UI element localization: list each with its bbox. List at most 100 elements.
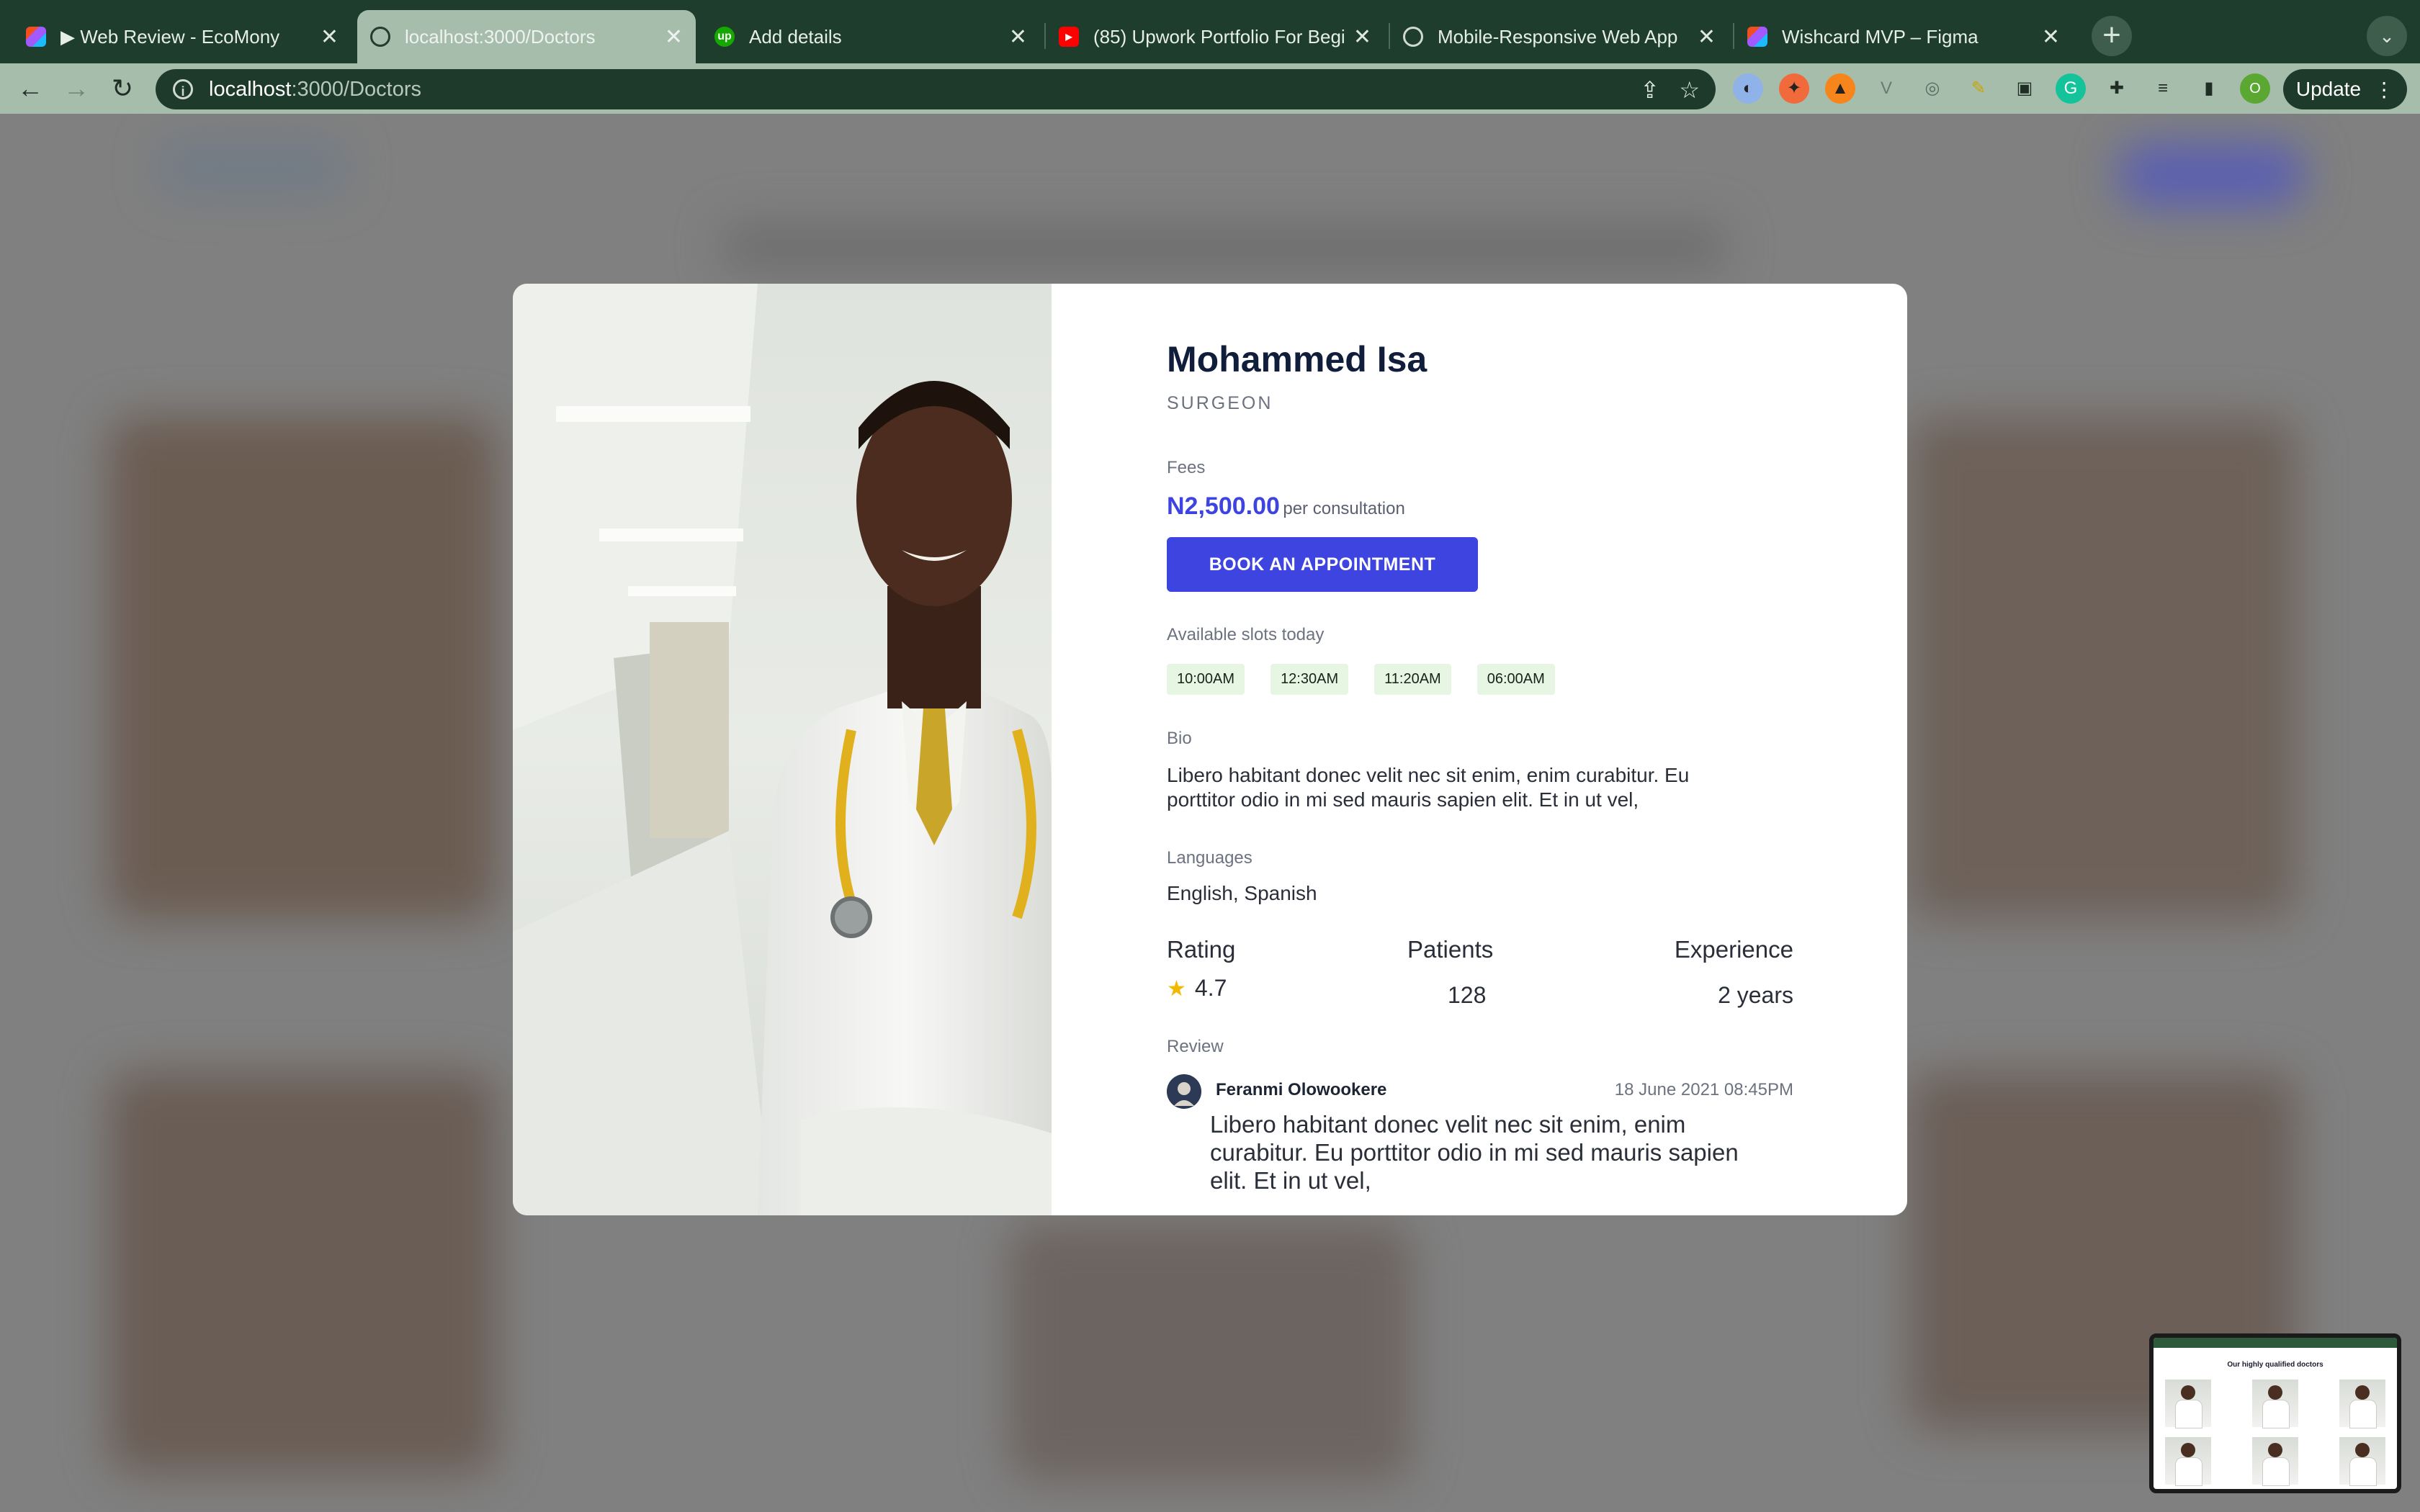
extensions-puzzle-icon[interactable]: ✚ (2102, 73, 2132, 104)
extension-v-icon[interactable]: V (1871, 73, 1901, 104)
side-panel-icon[interactable]: ▮ (2194, 73, 2224, 104)
close-icon[interactable]: ✕ (321, 24, 339, 50)
address-bar[interactable]: i localhost:3000/Doctors ⇪ ☆ (156, 69, 1716, 109)
extension-edge-icon[interactable]: ◐ (1733, 73, 1763, 104)
new-tab-button[interactable]: + (2092, 16, 2132, 56)
more-vertical-icon: ⋮ (2374, 78, 2395, 101)
slot-list: 10:00AM 12:30AM 11:20AM 06:00AM (1167, 664, 1555, 695)
extension-brush-icon[interactable]: ✎ (1963, 73, 1994, 104)
doctor-role: SURGEON (1167, 393, 1273, 413)
bio-text: Libero habitant donec velit nec sit enim… (1167, 764, 1690, 811)
book-appointment-button[interactable]: BOOK AN APPOINTMENT (1167, 537, 1478, 592)
patients-label: Patients (1407, 936, 1494, 963)
slot-chip[interactable]: 10:00AM (1167, 664, 1245, 695)
extension-target-icon[interactable]: ◎ (1917, 73, 1948, 104)
backdrop-card (108, 1071, 497, 1475)
slots-label: Available slots today (1167, 625, 1325, 644)
bookmark-star-icon[interactable]: ☆ (1679, 76, 1700, 104)
patients-value: 128 (1448, 982, 1487, 1008)
tab-title: Wishcard MVP – Figma (1782, 25, 1978, 48)
slot-chip[interactable]: 11:20AM (1374, 664, 1451, 695)
tab-title: ▶ Web Review - EcoMony (60, 25, 280, 48)
extension-x-icon[interactable]: ✦ (1779, 73, 1809, 104)
fees-label: Fees (1167, 458, 1206, 477)
figma-icon (1747, 27, 1767, 47)
tab-add-details[interactable]: up Add details ✕ (702, 10, 1040, 63)
openai-icon (1403, 27, 1423, 47)
tab-web-review[interactable]: ▶ Web Review - EcoMony ✕ (13, 10, 351, 63)
tab-title: (85) Upwork Portfolio For Begi (1093, 25, 1345, 48)
backdrop-card (1909, 416, 2298, 920)
preview-navbar (2154, 1338, 2397, 1348)
preview-doctor-card (2252, 1437, 2298, 1486)
experience-label: Experience (1674, 936, 1793, 963)
preview-doctor-card (2165, 1437, 2211, 1486)
languages-value: English, Spanish (1167, 882, 1317, 904)
experience-value: 2 years (1718, 982, 1793, 1008)
site-info-icon[interactable]: i (173, 79, 193, 99)
bio-label: Bio (1167, 729, 1192, 748)
grammarly-icon[interactable]: G (2056, 73, 2086, 104)
update-label: Update (2295, 78, 2362, 100)
youtube-icon: ▶ (1059, 27, 1079, 47)
tab-localhost-doctors[interactable]: localhost:3000/Doctors ✕ (357, 10, 696, 63)
fee-amount: N2,500.00 (1167, 492, 1280, 520)
close-icon[interactable]: ✕ (1353, 24, 1371, 50)
preview-doctor-card (2339, 1380, 2385, 1428)
tab-title: Add details (749, 25, 842, 48)
doctor-detail-modal: Mohammed Isa SURGEON Fees N2,500.00 per … (513, 284, 1907, 1215)
close-icon[interactable]: ✕ (665, 24, 683, 50)
preview-doctor-card (2165, 1380, 2211, 1428)
slot-chip[interactable]: 12:30AM (1270, 664, 1349, 695)
review-date: 18 June 2021 08:45PM (1614, 1080, 1793, 1099)
preview-doctor-grid (2165, 1380, 2385, 1486)
close-icon[interactable]: ✕ (2042, 24, 2060, 50)
backdrop-logo (158, 143, 346, 193)
globe-icon (370, 27, 390, 47)
reviewer-avatar (1167, 1074, 1201, 1109)
preview-title: Our highly qualified doctors (2227, 1361, 2323, 1369)
address-url: localhost:3000/Doctors (209, 77, 422, 101)
update-button[interactable]: Update ⋮ (2283, 69, 2407, 109)
rating-number: 4.7 (1194, 975, 1227, 1001)
rating-label: Rating (1167, 936, 1236, 963)
close-icon[interactable]: ✕ (1009, 24, 1027, 50)
browser-tab-strip: ▶ Web Review - EcoMony ✕ localhost:3000/… (0, 0, 2420, 63)
back-arrow-icon[interactable]: ← (13, 72, 48, 107)
share-icon[interactable]: ⇪ (1640, 76, 1659, 104)
backdrop-heading (720, 222, 1729, 272)
fee-line: N2,500.00 per consultation (1167, 492, 1405, 521)
forward-arrow-icon[interactable]: → (59, 72, 94, 107)
fee-unit: per consultation (1283, 499, 1405, 518)
tab-mobile-responsive[interactable]: Mobile-Responsive Web App ✕ (1390, 10, 1729, 63)
backdrop-card (108, 416, 497, 920)
image-icon[interactable]: ▣ (2009, 73, 2040, 104)
close-icon[interactable]: ✕ (1698, 24, 1716, 50)
backdrop-button (2118, 143, 2305, 207)
tab-title: Mobile-Responsive Web App (1438, 25, 1678, 48)
tab-title: localhost:3000/Doctors (405, 25, 596, 48)
rating-value: ★ 4.7 (1167, 975, 1227, 1002)
picture-in-picture-preview[interactable]: Our highly qualified doctors (2149, 1333, 2401, 1493)
reload-icon[interactable]: ↻ (105, 72, 140, 107)
upwork-icon: up (714, 27, 735, 47)
reading-list-icon[interactable]: ≡ (2148, 73, 2178, 104)
doctor-name: Mohammed Isa (1167, 339, 1428, 379)
languages-label: Languages (1167, 848, 1252, 868)
backdrop-card (1008, 1223, 1412, 1482)
profile-avatar[interactable]: O (2240, 73, 2270, 104)
tab-wishcard-figma[interactable]: Wishcard MVP – Figma ✕ (1734, 10, 2073, 63)
tab-upwork-portfolio[interactable]: ▶ (85) Upwork Portfolio For Begi ✕ (1046, 10, 1384, 63)
tab-search-chevron-icon[interactable]: ⌄ (2367, 16, 2407, 56)
slot-chip[interactable]: 06:00AM (1476, 664, 1555, 695)
preview-doctor-card (2252, 1380, 2298, 1428)
review-label: Review (1167, 1037, 1224, 1056)
preview-doctor-card (2339, 1437, 2385, 1486)
doctor-photo (513, 284, 1052, 1215)
figma-icon (26, 27, 46, 47)
review-text: Libero habitant donec velit nec sit enim… (1210, 1111, 1739, 1194)
browser-toolbar: ← → ↻ i localhost:3000/Doctors ⇪ ☆ ◐ ✦ ▲… (0, 63, 2420, 114)
metamask-fox-icon[interactable]: ▲ (1825, 73, 1855, 104)
star-icon: ★ (1167, 977, 1186, 1001)
reviewer-name: Feranmi Olowookere (1216, 1080, 1387, 1099)
